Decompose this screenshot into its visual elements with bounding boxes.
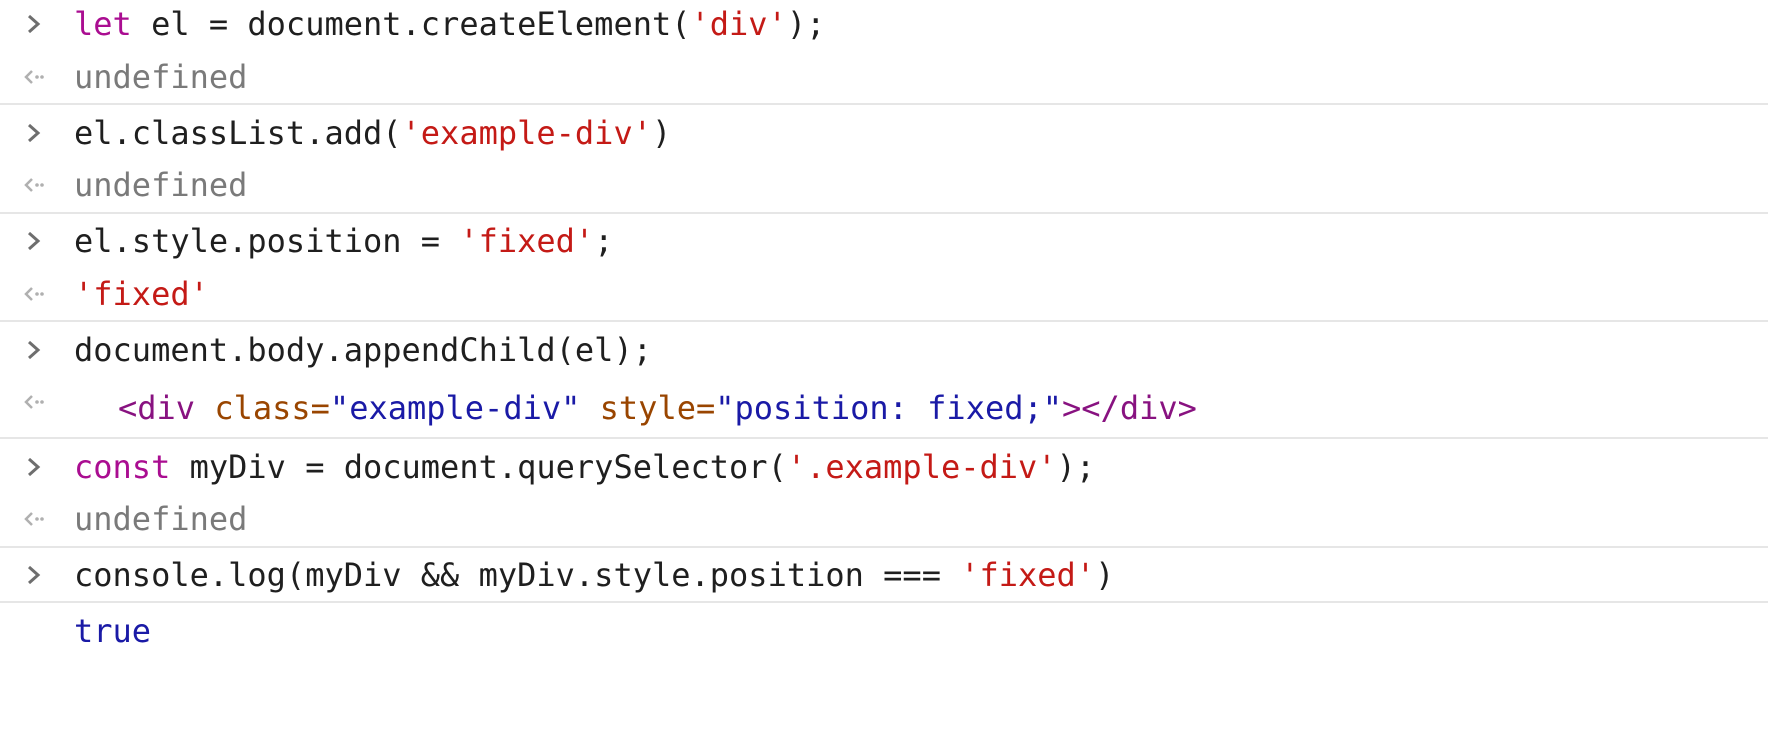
chevron-right-icon: [22, 330, 48, 370]
chevron-right-icon: [22, 4, 48, 44]
console-output-line: 'fixed': [74, 275, 209, 313]
entry-separator: [0, 546, 1768, 548]
code-text: myDiv = document.querySelector(: [170, 448, 787, 486]
chevron-right-icon: [22, 221, 48, 261]
code-text: document.body.appendChild(el);: [74, 331, 652, 369]
code-text: ;: [594, 222, 614, 260]
chevron-right-icon: [22, 113, 48, 153]
code-text: el.style.position =: [74, 222, 460, 260]
html-tag: ></div>: [1062, 389, 1197, 427]
code-keyword: const: [74, 448, 171, 486]
code-string: '.example-div': [786, 448, 1057, 486]
html-element-output[interactable]: <div class="example-div" style="position…: [118, 388, 1197, 428]
code-string: 'fixed': [960, 556, 1096, 594]
console-input-line[interactable]: const myDiv = document.querySelector('.e…: [74, 447, 1095, 487]
code-string: 'fixed': [459, 222, 595, 260]
code-text: el.classList.add(: [74, 114, 402, 152]
code-text: );: [1056, 448, 1096, 486]
devtools-console: let el = document.createElement('div'); …: [0, 0, 1768, 736]
return-arrow-icon: [22, 165, 48, 205]
entry-separator: [0, 103, 1768, 105]
code-keyword: let: [74, 5, 132, 43]
console-output-line: undefined: [74, 58, 248, 96]
code-text: ): [651, 114, 672, 152]
html-attr-name: class=: [195, 389, 330, 427]
console-input-line[interactable]: let el = document.createElement('div');: [74, 4, 825, 44]
entry-separator: [0, 437, 1768, 439]
chevron-right-icon: [22, 447, 48, 487]
code-text: console.log(myDiv && myDiv.style.positio…: [74, 556, 961, 594]
return-arrow-icon: [22, 57, 48, 97]
return-arrow-icon: [22, 499, 48, 539]
code-string: 'example-div': [401, 114, 652, 152]
html-attr-value: "position: fixed;": [715, 389, 1063, 427]
return-arrow-icon: [22, 274, 48, 314]
console-output-line: undefined: [74, 166, 248, 204]
console-input-line[interactable]: el.classList.add('example-div'): [74, 113, 671, 153]
code-text: ): [1095, 556, 1115, 594]
html-attr-name: style=: [580, 389, 716, 427]
console-input-line[interactable]: el.style.position = 'fixed';: [74, 221, 613, 261]
return-arrow-icon: [22, 382, 48, 422]
console-output-line: undefined: [74, 500, 248, 538]
chevron-right-icon: [22, 555, 48, 595]
entry-separator: [0, 320, 1768, 322]
console-log-output: true: [74, 612, 152, 650]
code-text: el = document.createElement(: [131, 5, 691, 43]
console-input-line[interactable]: document.body.appendChild(el);: [74, 330, 652, 370]
console-input-line[interactable]: console.log(myDiv && myDiv.style.positio…: [74, 555, 1114, 595]
code-text: );: [786, 5, 826, 43]
code-string: 'div': [690, 5, 787, 43]
html-attr-value: "example-div": [329, 389, 581, 427]
entry-separator: [0, 601, 1768, 603]
entry-separator: [0, 212, 1768, 214]
html-tag: <div: [118, 389, 196, 427]
